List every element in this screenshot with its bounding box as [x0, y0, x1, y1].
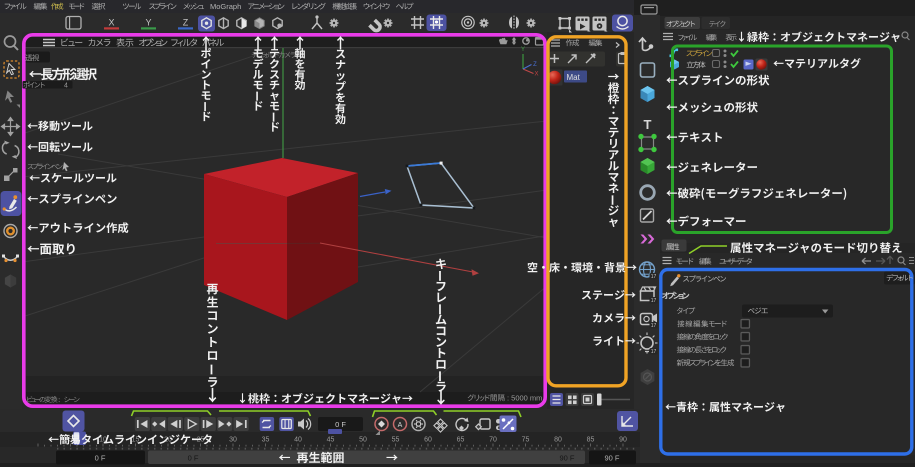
- svg-text:90: 90: [619, 437, 627, 444]
- svg-text:40: 40: [294, 437, 302, 444]
- svg-text:Y: Y: [145, 18, 151, 28]
- svg-text:30: 30: [229, 437, 237, 444]
- svg-text:X: X: [108, 18, 114, 28]
- svg-text:80: 80: [554, 437, 562, 444]
- svg-text:T: T: [644, 117, 652, 132]
- svg-text:90 F: 90 F: [604, 454, 619, 463]
- svg-text:45: 45: [327, 437, 335, 444]
- svg-text:17: 17: [651, 274, 657, 280]
- svg-text:55: 55: [392, 437, 400, 444]
- svg-text:Y: Y: [521, 47, 525, 53]
- svg-text:Z: Z: [533, 62, 537, 68]
- svg-text:0 F: 0 F: [95, 454, 106, 463]
- svg-text:Mat: Mat: [567, 73, 581, 82]
- svg-text:17: 17: [651, 323, 657, 329]
- svg-text:65: 65: [457, 437, 465, 444]
- svg-text:4: 4: [64, 83, 68, 90]
- svg-text:17: 17: [651, 349, 657, 355]
- svg-text:35: 35: [262, 437, 270, 444]
- svg-text:50: 50: [359, 437, 367, 444]
- svg-text:: 5000 mm: : 5000 mm: [507, 394, 542, 403]
- svg-text:0 F: 0 F: [335, 420, 346, 429]
- svg-text:X: X: [534, 72, 538, 78]
- svg-text:70: 70: [489, 437, 497, 444]
- svg-text:17: 17: [651, 298, 657, 304]
- svg-text:75: 75: [522, 437, 530, 444]
- svg-text:A: A: [398, 422, 403, 429]
- svg-text:0 F: 0 F: [188, 454, 199, 463]
- svg-text:60: 60: [424, 437, 432, 444]
- svg-text:Z: Z: [183, 18, 189, 28]
- svg-text:90 F: 90 F: [559, 454, 574, 463]
- svg-text:85: 85: [587, 437, 595, 444]
- svg-text:MoGraph: MoGraph: [210, 2, 241, 11]
